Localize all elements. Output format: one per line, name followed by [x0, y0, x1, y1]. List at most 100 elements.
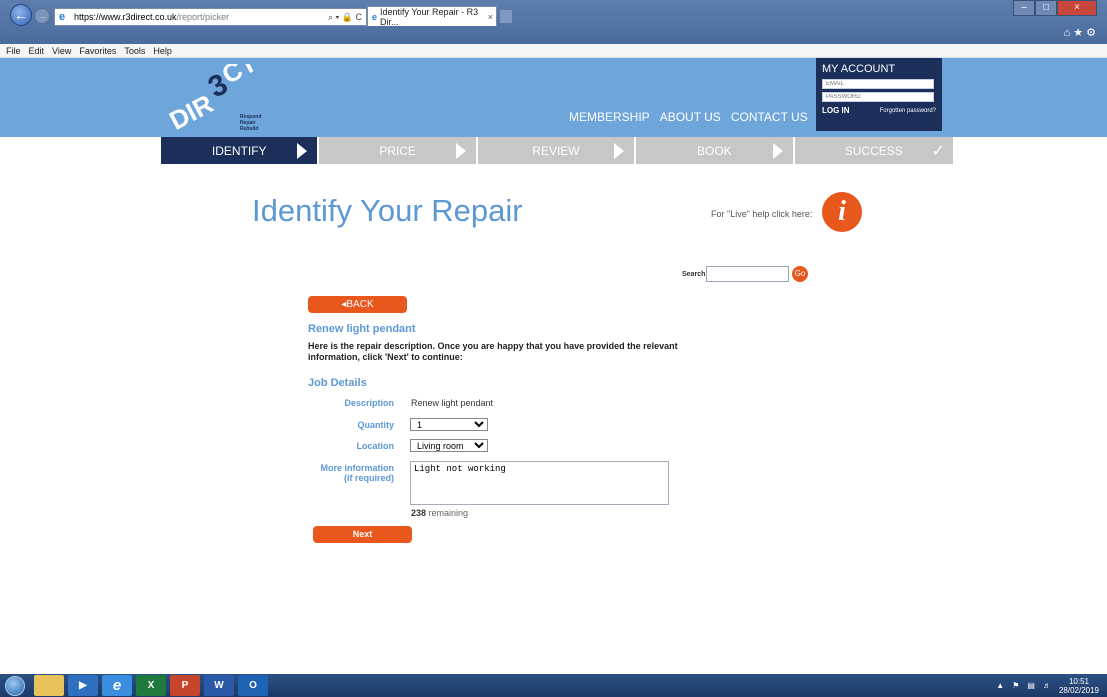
word-icon[interactable]: W — [204, 675, 234, 696]
menu-favorites[interactable]: Favorites — [79, 46, 116, 56]
menu-help[interactable]: Help — [153, 46, 172, 56]
favorites-star-icon[interactable]: ★ — [1073, 27, 1086, 39]
main-nav: MEMBERSHIP ABOUT US CONTACT US — [569, 110, 808, 124]
app-letter: P — [181, 680, 189, 691]
close-tab-icon[interactable]: × — [488, 12, 496, 22]
windows-logo-icon — [5, 675, 25, 696]
action-center-flag-icon[interactable]: ⚑ — [1012, 681, 1019, 690]
file-explorer-icon[interactable] — [34, 675, 64, 696]
step-success: SUCCESS ✓ — [794, 137, 953, 164]
checkmark-icon: ✓ — [931, 143, 945, 160]
location-select[interactable]: Living room — [410, 439, 488, 452]
svg-text:DIR: DIR — [164, 88, 218, 134]
search-input[interactable] — [706, 266, 789, 282]
step-label: REVIEW — [532, 143, 580, 158]
forward-arrow-icon[interactable]: → — [34, 8, 50, 24]
account-title: MY ACCOUNT — [822, 63, 896, 75]
media-player-icon[interactable]: ▶ — [68, 675, 98, 696]
menu-view[interactable]: View — [52, 46, 71, 56]
step-arrow-icon — [455, 143, 466, 159]
clock-time: 10:51 — [1068, 676, 1089, 686]
page-title: Identify Your Repair — [252, 193, 523, 228]
step-label: BOOK — [697, 143, 732, 158]
network-icon[interactable]: ▤ — [1027, 681, 1035, 690]
more-info-label-text: More information — [320, 463, 395, 473]
step-identify: IDENTIFY — [161, 137, 320, 164]
email-field[interactable] — [822, 79, 934, 89]
instructions-text: Here is the repair description. Once you… — [308, 341, 678, 362]
new-tab-button[interactable] — [499, 9, 513, 24]
browser-titlebar: ← → e https://www.r3direct.co.uk /report… — [0, 0, 1107, 44]
outlook-icon[interactable]: O — [238, 675, 268, 696]
home-icon[interactable]: ⌂ — [1064, 27, 1074, 39]
windows-taskbar: ▶ e X P W O ▲ ⚑ ▤ ♬ 10:51 28/02/2019 — [0, 674, 1107, 697]
back-arrow-icon[interactable]: ← — [10, 4, 32, 26]
ie-icon: e — [372, 11, 378, 22]
address-tools[interactable]: ⌕ ▾ 🔒 C — [328, 12, 366, 23]
clock[interactable]: 10:51 28/02/2019 — [1059, 677, 1099, 695]
window-controls: – □ × — [1013, 0, 1097, 16]
nav-contact-us[interactable]: CONTACT US — [731, 110, 808, 124]
more-info-textarea[interactable]: Light not working — [410, 461, 669, 505]
app-letter: e — [112, 677, 122, 694]
menu-edit[interactable]: Edit — [29, 46, 45, 56]
step-label: SUCCESS — [844, 143, 903, 158]
r3direct-logo[interactable]: DIR 3 CT Respond Repair Rebuild — [160, 64, 280, 134]
url-host: https://www.r3direct.co.uk — [74, 12, 177, 22]
repair-name: Renew light pendant — [308, 323, 416, 335]
browser-tab[interactable]: e Identify Your Repair - R3 Dir... × — [367, 6, 497, 27]
step-arrow-icon — [772, 143, 783, 159]
site-header: DIR 3 CT Respond Repair Rebuild MEMBERSH… — [0, 58, 1107, 137]
progress-steps: IDENTIFY PRICE REVIEW BOOK SUCCESS ✓ — [161, 137, 953, 164]
forgot-password-link[interactable]: Forgotten password? — [880, 108, 936, 114]
nav-about-us[interactable]: ABOUT US — [660, 110, 721, 124]
menu-tools[interactable]: Tools — [124, 46, 145, 56]
search-go-button[interactable]: Go — [792, 266, 808, 282]
password-field[interactable] — [822, 92, 934, 102]
minimize-icon[interactable]: – — [1013, 0, 1035, 16]
step-label: PRICE — [379, 143, 416, 158]
maximize-icon[interactable]: □ — [1035, 0, 1057, 16]
next-button[interactable]: Next — [313, 526, 412, 543]
powerpoint-icon[interactable]: P — [170, 675, 200, 696]
system-tray: ▲ ⚑ ▤ ♬ 10:51 28/02/2019 — [996, 677, 1107, 695]
step-arrow-icon — [614, 143, 625, 159]
remaining-counter: 238 remaining — [411, 508, 468, 518]
info-icon[interactable]: i — [822, 192, 862, 232]
address-bar[interactable]: e https://www.r3direct.co.uk /report/pic… — [54, 8, 367, 26]
step-label: IDENTIFY — [211, 143, 267, 158]
quantity-select[interactable]: 1 — [410, 418, 488, 431]
step-book: BOOK — [636, 137, 795, 164]
browser-toolbar-icons: ⌂★⚙ — [1064, 26, 1099, 39]
more-info-label: More information (if required) — [304, 463, 395, 483]
app-letter: ▶ — [79, 680, 87, 691]
my-account-panel: MY ACCOUNT LOG IN Forgotten password? — [816, 58, 942, 131]
quantity-label: Quantity — [357, 420, 394, 430]
remaining-text: remaining — [426, 508, 469, 518]
internet-explorer-icon[interactable]: e — [102, 675, 132, 696]
nav-membership[interactable]: MEMBERSHIP — [569, 110, 650, 124]
close-window-icon[interactable]: × — [1057, 0, 1097, 16]
app-letter: X — [147, 680, 155, 691]
start-button[interactable] — [0, 674, 30, 697]
menu-bar: File Edit View Favorites Tools Help — [0, 44, 1107, 58]
settings-gear-icon[interactable]: ⚙ — [1086, 27, 1099, 39]
more-info-label-sub: (if required) — [343, 473, 394, 483]
volume-icon[interactable]: ♬ — [1043, 681, 1051, 690]
clock-date: 28/02/2019 — [1058, 685, 1099, 695]
step-price: PRICE — [319, 137, 478, 164]
remaining-count: 238 — [411, 508, 427, 518]
excel-icon[interactable]: X — [136, 675, 166, 696]
back-button[interactable]: ◂BACK — [308, 296, 407, 313]
step-arrow-icon — [297, 143, 308, 159]
tab-title: Identify Your Repair - R3 Dir... — [380, 6, 479, 27]
search-label: Search — [682, 271, 706, 278]
app-letter: W — [214, 680, 224, 691]
login-button[interactable]: LOG IN — [822, 106, 850, 115]
menu-file[interactable]: File — [6, 46, 21, 56]
tray-up-arrow-icon[interactable]: ▲ — [996, 681, 1004, 690]
url-path: /report/picker — [176, 12, 230, 22]
description-value: Renew light pendant — [411, 398, 494, 408]
svg-text:Rebuild: Rebuild — [240, 126, 258, 132]
step-review: REVIEW — [477, 137, 637, 164]
